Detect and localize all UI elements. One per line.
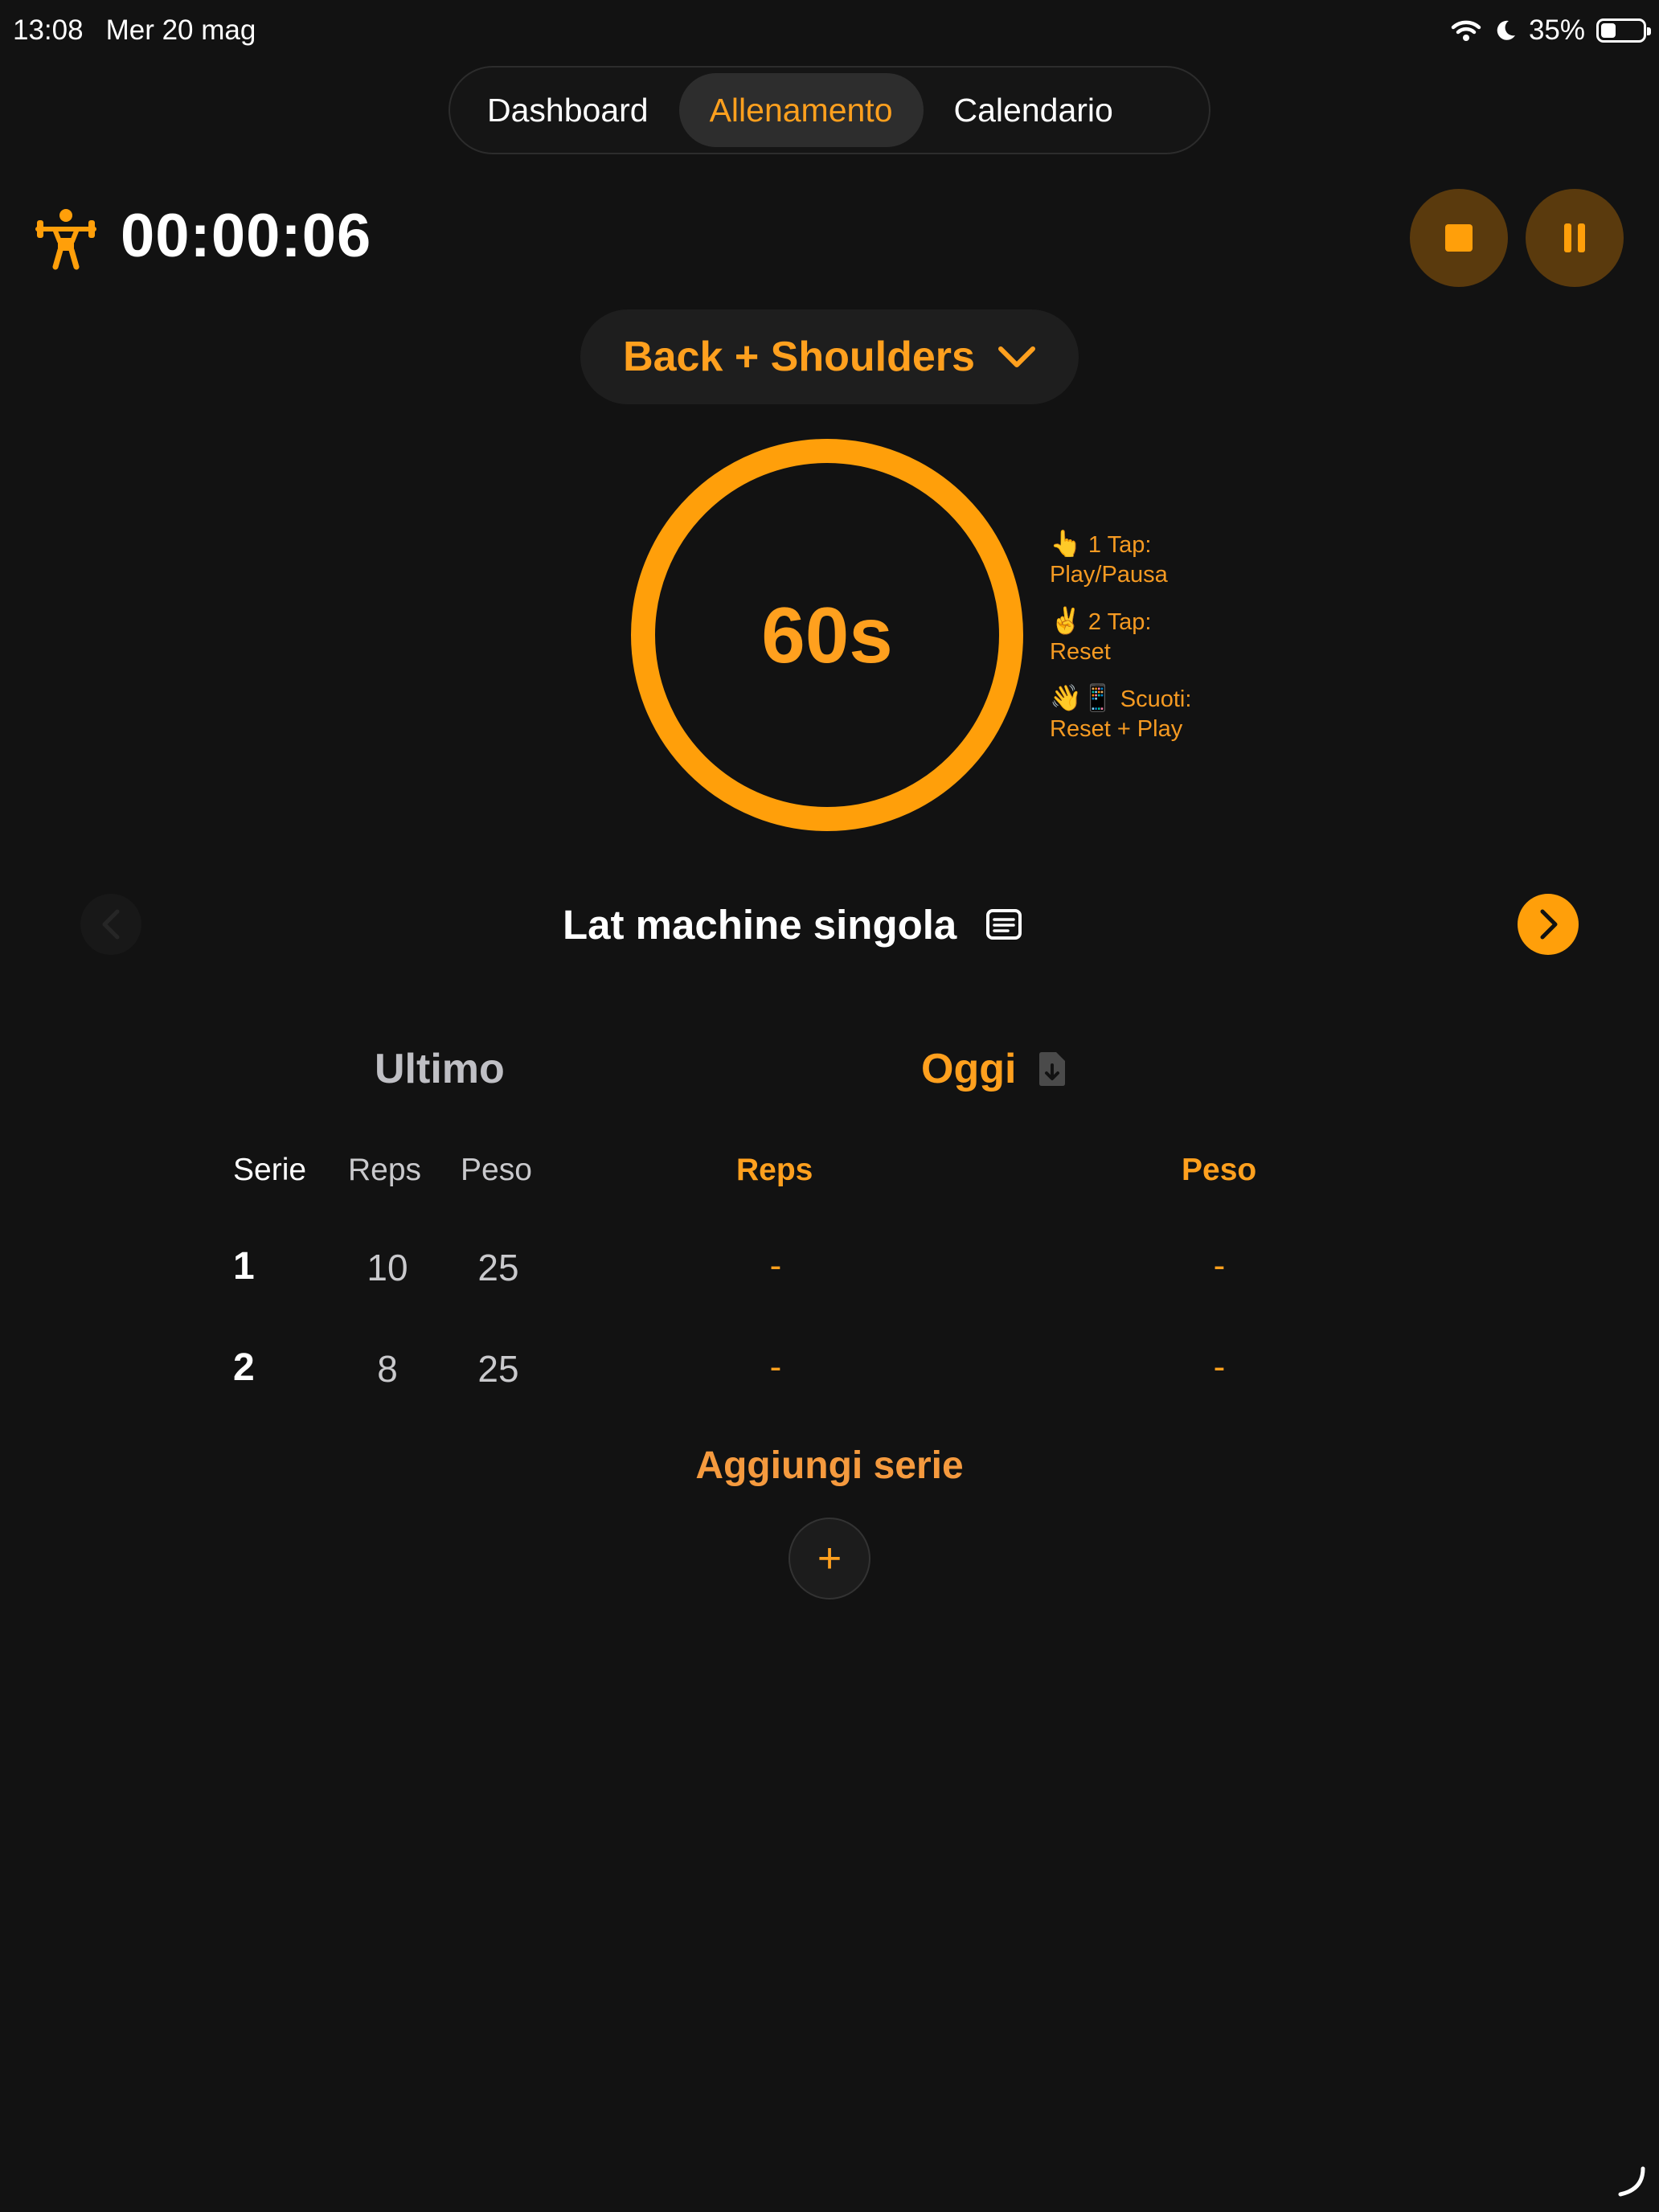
add-set-label[interactable]: Aggiungi serie — [669, 1444, 990, 1488]
today-title: Oggi — [921, 1046, 1017, 1092]
session-elapsed-time: 00:00:06 — [121, 202, 372, 270]
chevron-right-icon — [1540, 909, 1558, 940]
wifi-icon — [1451, 20, 1481, 41]
today-weight-input[interactable]: - — [1187, 1246, 1251, 1286]
pause-workout-button[interactable] — [1526, 189, 1624, 287]
gesture-hint-title: Scuoti: — [1120, 686, 1192, 712]
header-serie: Serie — [233, 1153, 307, 1187]
stop-workout-button[interactable] — [1410, 189, 1508, 287]
today-weight-input[interactable]: - — [1187, 1347, 1251, 1387]
tab-dashboard[interactable]: Dashboard — [457, 73, 679, 147]
tab-calendario[interactable]: Calendario — [924, 73, 1144, 147]
gesture-hint-title: 1 Tap: — [1088, 532, 1152, 558]
timer-gesture-hints: 👆 1 Tap: Play/Pausa ✌️ 2 Tap: Reset 👋📱 Scuot… — [1050, 529, 1307, 760]
gesture-hint: ✌️ 2 Tap: Reset — [1050, 606, 1307, 667]
exercise-header: Lat machine singola — [563, 892, 1109, 956]
gesture-emoji-icon: 👆 — [1050, 529, 1082, 558]
chevron-left-icon — [102, 909, 120, 940]
gesture-hint-title: 2 Tap: — [1088, 609, 1152, 635]
workout-name: Back + Shoulders — [623, 334, 975, 380]
exercise-name: Lat machine singola — [563, 901, 957, 948]
gesture-hint-action: Reset + Play — [1050, 716, 1183, 742]
gesture-hint-action: Play/Pausa — [1050, 562, 1168, 588]
header-last-reps: Reps — [348, 1153, 422, 1187]
header-today-peso: Peso — [1182, 1153, 1257, 1187]
resize-corner-icon[interactable] — [1616, 2165, 1648, 2198]
import-document-icon[interactable] — [1037, 1051, 1067, 1088]
status-time: 13:08 — [13, 14, 84, 46]
header-today-reps: Reps — [736, 1153, 813, 1187]
today-reps-input[interactable]: - — [743, 1246, 808, 1286]
next-exercise-button[interactable] — [1518, 894, 1579, 955]
weightlifter-icon — [35, 209, 96, 270]
battery-icon — [1596, 18, 1651, 43]
gesture-emoji-icon: 👋📱 — [1050, 683, 1114, 712]
last-reps-value: 10 — [367, 1247, 408, 1288]
previous-exercise-button[interactable] — [80, 894, 141, 955]
notes-icon[interactable] — [985, 908, 1022, 940]
last-session-title: Ultimo — [375, 1046, 505, 1092]
gesture-hint-action: Reset — [1050, 639, 1111, 665]
last-reps-value: 8 — [377, 1348, 398, 1390]
last-weight-value: 25 — [477, 1247, 519, 1288]
moon-icon — [1497, 20, 1515, 40]
add-set-button[interactable]: + — [789, 1518, 870, 1600]
gesture-hint: 👆 1 Tap: Play/Pausa — [1050, 529, 1307, 590]
stop-icon — [1445, 224, 1473, 252]
gesture-hint: 👋📱 Scuoti: Reset + Play — [1050, 683, 1307, 744]
workout-selector-dropdown[interactable]: Back + Shoulders — [580, 309, 1079, 404]
header-last-peso: Peso — [461, 1153, 532, 1187]
set-number: 2 — [233, 1346, 255, 1389]
today-reps-input[interactable]: - — [743, 1347, 808, 1387]
chevron-down-icon — [997, 346, 1035, 367]
today-title-row: Oggi — [921, 1045, 1067, 1093]
tab-allenamento[interactable]: Allenamento — [678, 73, 924, 147]
main-tabs: Dashboard Allenamento Calendario — [449, 66, 1210, 154]
battery-percent: 35% — [1528, 14, 1585, 46]
status-bar-left: 13:08 Mer 20 mag — [13, 14, 256, 47]
pause-icon — [1564, 223, 1585, 252]
status-date: Mer 20 mag — [105, 14, 256, 46]
set-number: 1 — [233, 1245, 255, 1288]
last-weight-value: 25 — [477, 1348, 519, 1390]
gesture-emoji-icon: ✌️ — [1050, 606, 1082, 635]
rest-timer-value: 60s — [761, 590, 893, 679]
status-bar-right: 35% — [1450, 14, 1651, 47]
battery-fill — [1601, 23, 1616, 38]
